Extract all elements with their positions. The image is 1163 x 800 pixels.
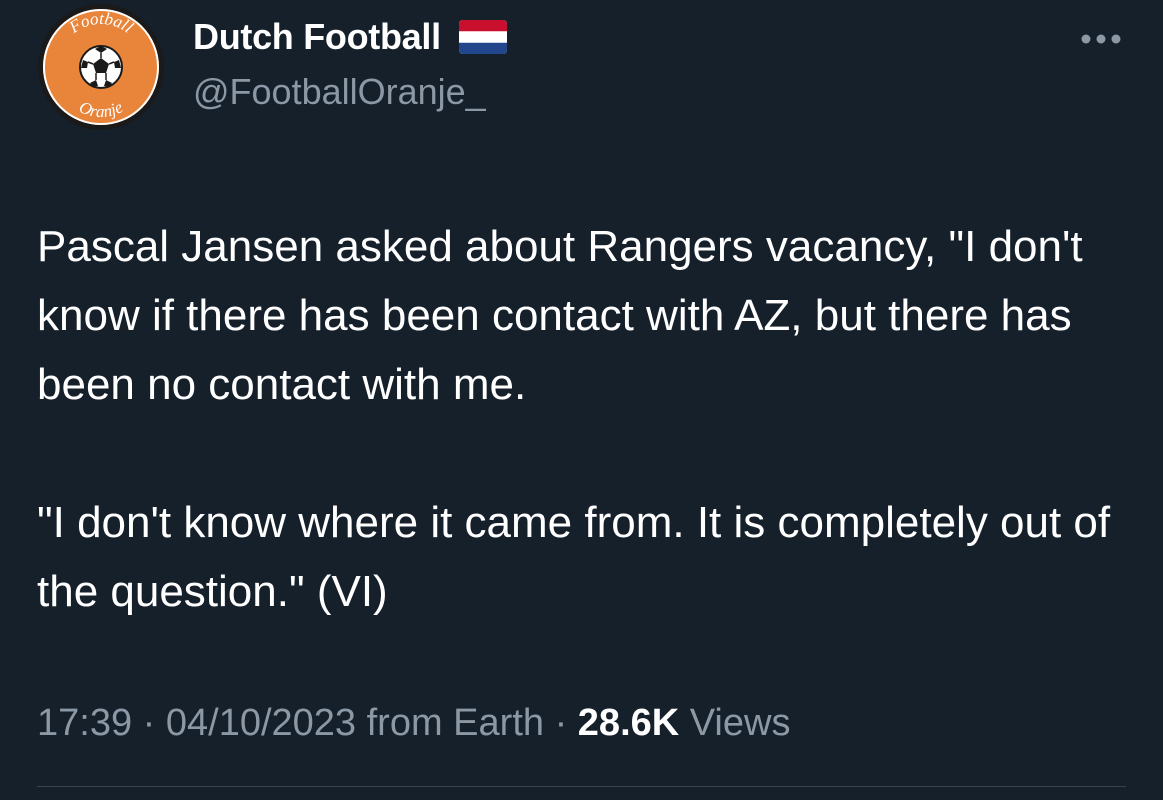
author-handle[interactable]: @FootballOranje_ xyxy=(193,71,486,113)
author-info[interactable]: Dutch Football xyxy=(193,16,507,58)
tweet-meta: 17:39 · 04/10/2023 from Earth · 28.6K Vi… xyxy=(37,700,790,746)
divider xyxy=(37,786,1126,787)
meta-separator: · xyxy=(554,702,568,744)
more-options-icon xyxy=(1081,34,1121,44)
meta-separator: · xyxy=(142,702,156,744)
avatar[interactable]: Football Oranje xyxy=(36,2,166,132)
netherlands-flag-icon xyxy=(458,20,507,54)
tweet-paragraph: Pascal Jansen asked about Rangers vacanc… xyxy=(37,222,1095,409)
tweet-text: Pascal Jansen asked about Rangers vacanc… xyxy=(37,212,1132,626)
author-display-name[interactable]: Dutch Football xyxy=(193,16,441,58)
views-count[interactable]: 28.6K xyxy=(578,702,679,744)
views-label[interactable]: Views xyxy=(690,702,791,744)
more-options-button[interactable] xyxy=(1079,32,1123,46)
tweet-time[interactable]: 17:39 xyxy=(37,702,132,744)
football-oranje-logo: Football Oranje xyxy=(38,4,164,130)
tweet-date[interactable]: 04/10/2023 xyxy=(166,702,356,744)
tweet-source: from Earth xyxy=(366,702,545,744)
tweet-paragraph: "I don't know where it came from. It is … xyxy=(37,498,1123,616)
